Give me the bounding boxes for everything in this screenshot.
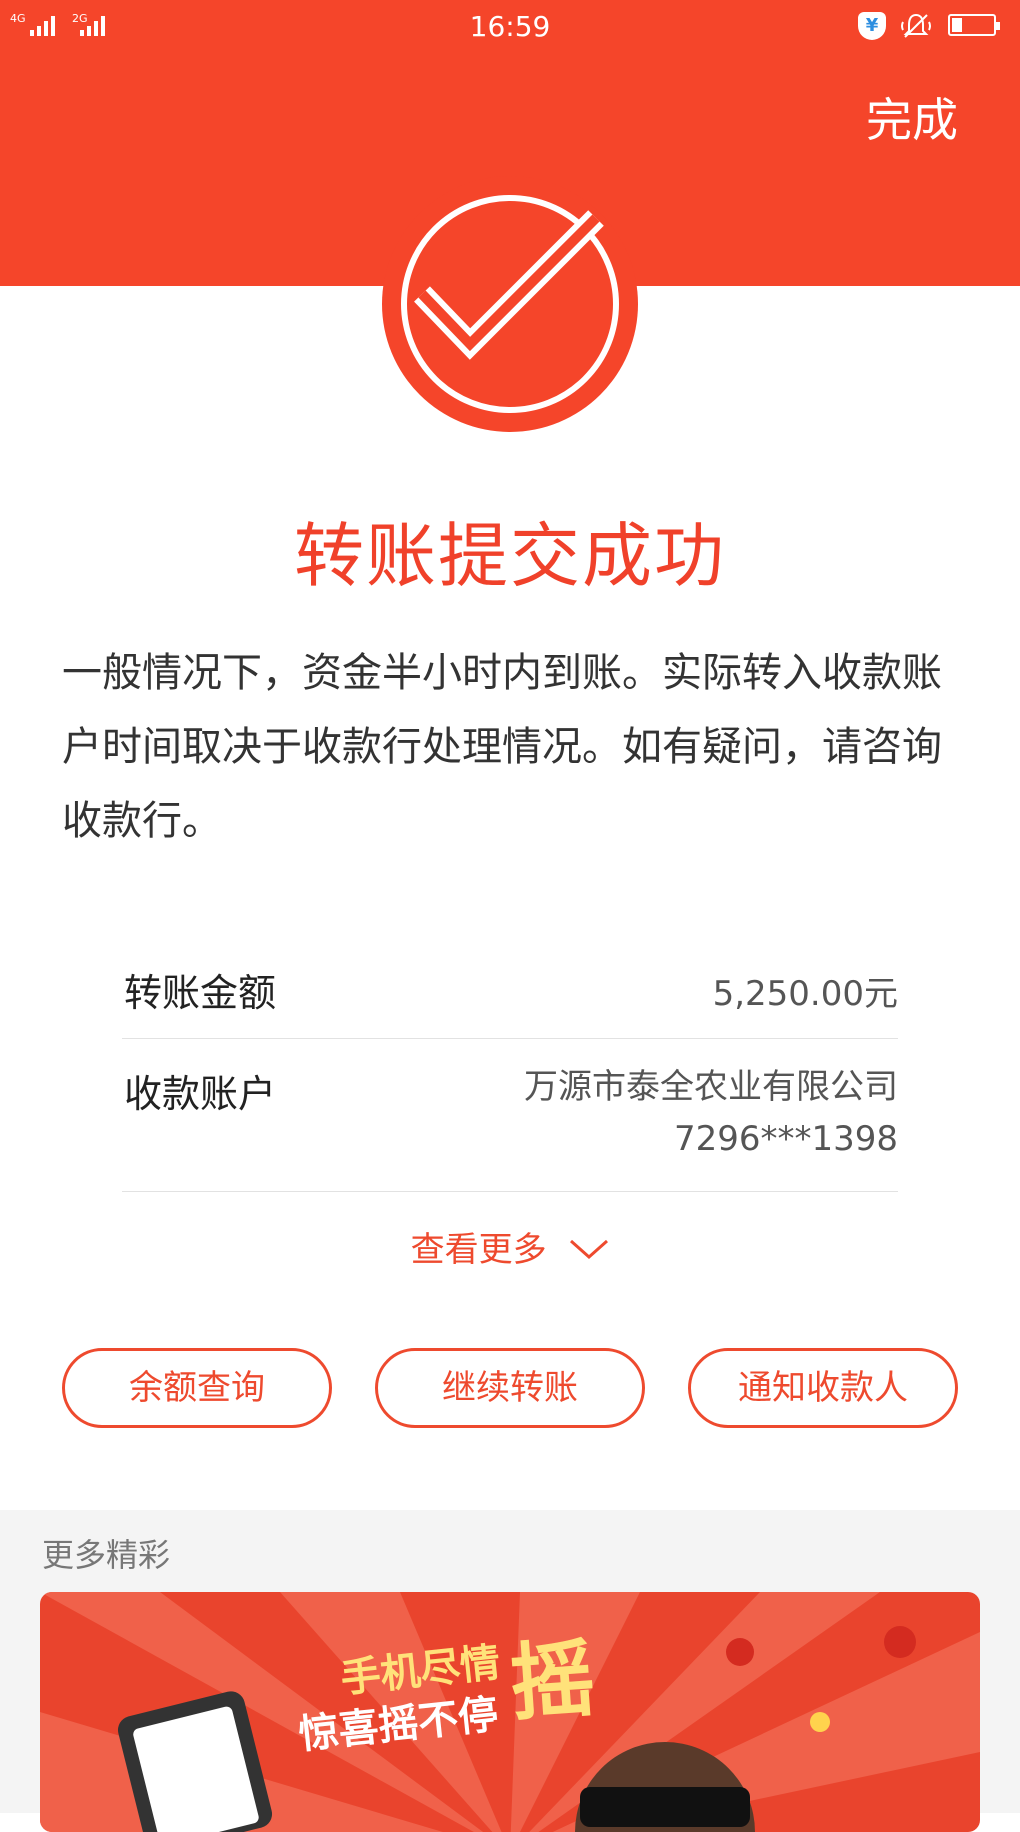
account-name: 万源市泰全农业有限公司 (524, 1067, 898, 1107)
transfer-details: 转账金额 5,250.00元 收款账户 万源市泰全农业有限公司 7296***1… (122, 950, 898, 1192)
account-row: 收款账户 万源市泰全农业有限公司 7296***1398 (122, 1039, 898, 1192)
account-number: 7296***1398 (673, 1119, 898, 1159)
amount-label: 转账金额 (124, 971, 277, 1015)
promo-banner[interactable]: 手机尽情 惊喜摇不停 摇 (40, 1592, 980, 1832)
chevron-down-icon (570, 1239, 609, 1259)
more-section: 更多精彩 手机尽情 惊喜摇不停 摇 (0, 1510, 1020, 1832)
result-title: 转账提交成功 (294, 515, 726, 597)
banner-text-big: 摇 (507, 1629, 598, 1733)
result-description: 一般情况下，资金半小时内到账。实际转入收款账户时间取决于收款行处理情况。如有疑问… (62, 650, 942, 844)
account-label: 收款账户 (124, 1072, 277, 1116)
continue-transfer-button[interactable]: 继续转账 (375, 1348, 645, 1428)
amount-row: 转账金额 5,250.00元 (122, 950, 898, 1039)
status-bar: 4G 2G 16:59 ¥ (0, 0, 1020, 50)
amount-value: 5,250.00元 (712, 974, 898, 1014)
mute-bell-icon (901, 13, 931, 38)
done-button[interactable]: 完成 (866, 84, 958, 150)
success-check-icon (382, 176, 638, 432)
battery-icon (948, 14, 1000, 36)
view-more-label: 查看更多 (410, 1230, 547, 1270)
security-shield-icon: ¥ (858, 12, 886, 40)
view-more-link[interactable]: 查看更多 (0, 1222, 1020, 1271)
more-section-title: 更多精彩 (42, 1536, 171, 1574)
notify-payee-button[interactable]: 通知收款人 (688, 1348, 958, 1428)
account-value: 万源市泰全农业有限公司 7296***1398 (524, 1061, 898, 1165)
balance-query-button[interactable]: 余额查询 (62, 1348, 332, 1428)
